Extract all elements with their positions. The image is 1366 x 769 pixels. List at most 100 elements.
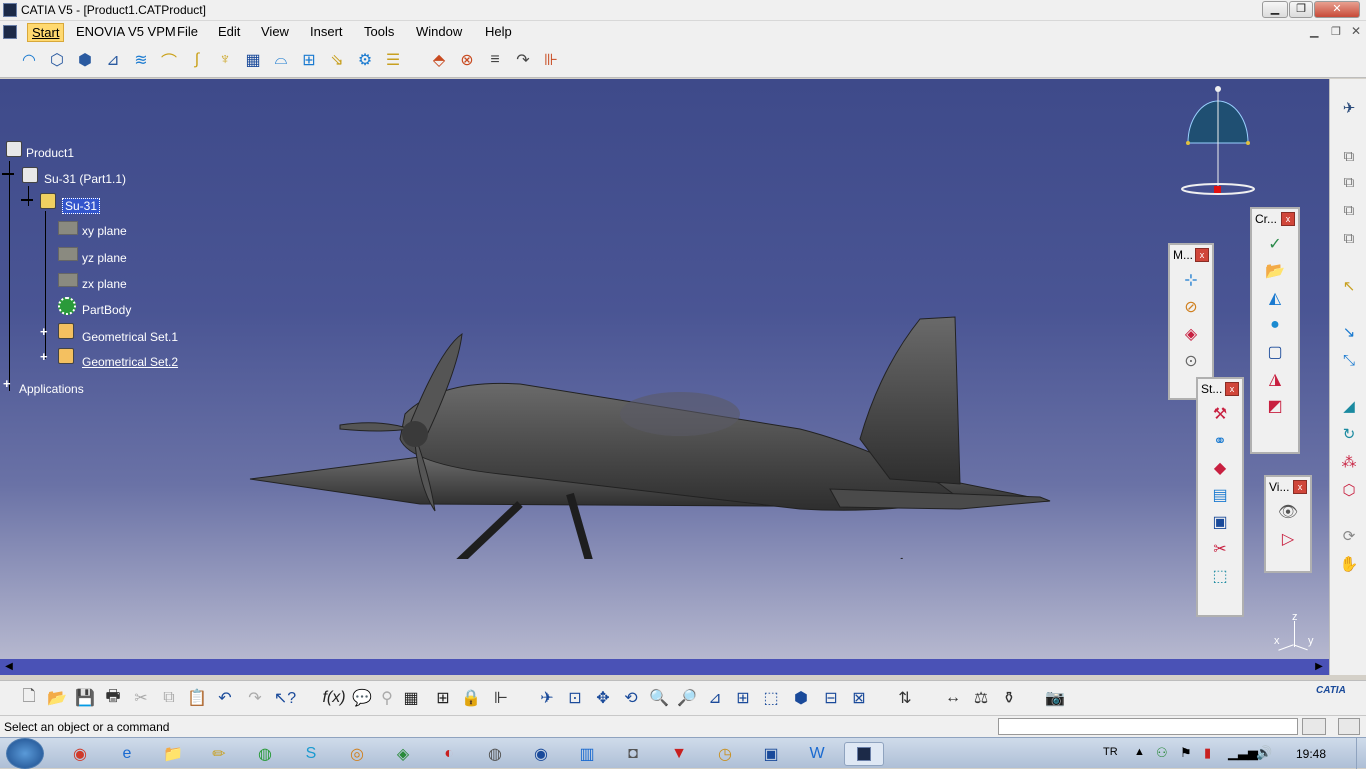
extrude-surface-icon[interactable]: ◠ (17, 48, 41, 72)
redo-icon[interactable]: ↷ (243, 686, 267, 710)
menu-insert[interactable]: Insert (310, 24, 343, 39)
box-icon[interactable]: ⬡ (45, 48, 69, 72)
expand-icon[interactable]: + (3, 376, 11, 391)
clock[interactable]: 19:48 (1296, 747, 1326, 761)
tree-geometrical-set-2[interactable]: Geometrical Set.2 (82, 355, 178, 369)
tree-zx-plane[interactable]: zx plane (82, 277, 127, 291)
folder-icon[interactable]: 📂 (1263, 259, 1287, 283)
tools-icon[interactable]: ⚒ (1208, 402, 1232, 426)
3d-viewport[interactable]: Product1 Su-31 (Part1.1) Su-31 xy plane … (0, 79, 1329, 659)
tree-select-icon[interactable]: ↘ (1338, 321, 1360, 343)
select-icon[interactable]: ↖ (1338, 275, 1360, 297)
sphere-icon[interactable]: ● (1263, 313, 1287, 337)
tree-su31-instance[interactable]: Su-31 (Part1.1) (44, 172, 126, 186)
multi-view-icon[interactable]: ⊞ (731, 686, 755, 710)
volume-icon[interactable]: 🔊 (1256, 745, 1272, 761)
aircraft-model[interactable] (240, 239, 1060, 559)
sketch-icon[interactable]: ⊿ (101, 48, 125, 72)
cube-icon[interactable]: ◆ (1208, 456, 1232, 480)
floating-toolbar-vi[interactable]: Vi... x 👁 ▷ (1264, 475, 1312, 573)
union-icon[interactable]: ⚭ (1208, 429, 1232, 453)
close-icon[interactable]: x (1293, 480, 1307, 494)
patch-icon[interactable]: ◩ (1263, 394, 1287, 418)
multi-box-icon[interactable]: ⬢ (73, 48, 97, 72)
floating-toolbar-cr[interactable]: Cr... x ✓ 📂 ◭ ● ▢ ◮ ◩ (1250, 207, 1300, 454)
app-icon[interactable]: ◉ (528, 742, 554, 766)
open-icon[interactable]: 📂 (45, 686, 69, 710)
offset-icon[interactable]: ⇘ (325, 48, 349, 72)
camera-app-icon[interactable]: ◘ (620, 742, 646, 766)
pattern-icon[interactable]: ⁂ (1338, 451, 1360, 473)
iso-view-icon[interactable]: ⬚ (759, 686, 783, 710)
stack-icon[interactable]: ⧉ (1338, 227, 1360, 249)
formula-icon[interactable]: f(x) (322, 686, 346, 710)
measure-icon[interactable]: ↔ (941, 686, 965, 710)
connect-icon[interactable]: ↷ (511, 48, 535, 72)
xyz-icon[interactable]: ⤡ (1338, 349, 1360, 371)
scroll-left-icon[interactable]: ◀ (3, 661, 15, 673)
part-icon[interactable] (40, 193, 56, 209)
copy-geom-icon[interactable]: ⧉ (1338, 145, 1360, 167)
print-icon[interactable]: 🖶 (101, 686, 125, 710)
lock-icon[interactable]: 🔒 (459, 686, 483, 710)
grid-icon[interactable]: ▦ (241, 48, 265, 72)
minimize-button[interactable]: ▁ (1262, 1, 1288, 18)
gear-icon[interactable] (58, 297, 76, 315)
shading-icon[interactable]: ⬢ (789, 686, 813, 710)
normal-view-icon[interactable]: ⊿ (703, 686, 727, 710)
network-app-icon[interactable]: ▣ (758, 742, 784, 766)
menu-help[interactable]: Help (485, 24, 512, 39)
layers-icon[interactable]: ☰ (381, 48, 405, 72)
curve-surface-icon[interactable]: ⊘ (1179, 295, 1203, 319)
skype-icon[interactable]: S (298, 742, 324, 766)
geometrical-set-icon[interactable] (58, 323, 74, 339)
cut-icon[interactable]: ✂ (129, 686, 153, 710)
undo-icon[interactable]: ↶ (213, 686, 237, 710)
firefox-icon[interactable]: ◎ (344, 742, 370, 766)
doc-close-icon[interactable]: ✕ (1351, 24, 1361, 38)
media-icon[interactable]: ◐ (436, 742, 462, 766)
document-icon[interactable] (3, 25, 17, 39)
clock-app-icon[interactable]: ◷ (712, 742, 738, 766)
help-window-icon[interactable] (1338, 718, 1360, 735)
chrome-icon[interactable]: ◉ (67, 742, 93, 766)
explorer-icon[interactable]: 📁 (160, 742, 186, 766)
frame-icon[interactable]: ▣ (1208, 510, 1232, 534)
doc-restore-icon[interactable]: ❐ (1331, 25, 1341, 38)
part-instance-icon[interactable] (22, 167, 38, 183)
plane-icon[interactable]: ⬘ (427, 48, 451, 72)
close-button[interactable]: ✕ (1314, 1, 1360, 18)
menu-enovia[interactable]: ENOVIA V5 VPM (76, 24, 176, 39)
surface-icon[interactable]: ◭ (1263, 286, 1287, 310)
network-icon[interactable]: ⚇ (1156, 745, 1168, 761)
paste-icon[interactable]: 📋 (185, 686, 209, 710)
zoom-out-icon[interactable]: 🔎 (675, 686, 699, 710)
update-icon[interactable]: ⇅ (893, 686, 917, 710)
player-icon[interactable]: ◍ (482, 742, 508, 766)
camera-icon[interactable]: 📷 (1043, 686, 1067, 710)
help-icon[interactable]: ↖? (273, 686, 297, 710)
toolbar-header[interactable]: St... x (1198, 379, 1242, 399)
wire-icon[interactable]: ≋ (129, 48, 153, 72)
globe-icon[interactable]: ◈ (390, 742, 416, 766)
word-icon[interactable]: W (804, 742, 830, 766)
geometrical-set-icon[interactable] (58, 348, 74, 364)
pan-icon[interactable]: ✥ (591, 686, 615, 710)
signal-icon[interactable]: ▁▃▅ (1228, 745, 1258, 761)
apply-material-icon[interactable]: ⚱ (997, 686, 1021, 710)
command-input[interactable] (998, 718, 1298, 735)
plane-icon[interactable] (58, 221, 78, 235)
product-icon[interactable] (6, 141, 22, 157)
check-icon[interactable]: ✓ (1263, 232, 1287, 256)
tray-expand-icon[interactable]: ▲ (1134, 746, 1145, 758)
view-icon[interactable]: ▷ (1276, 527, 1300, 551)
slice-icon[interactable]: ▤ (1208, 483, 1232, 507)
menu-start[interactable]: Start (27, 23, 65, 42)
layers-icon[interactable]: ⧉ (1338, 199, 1360, 221)
close-icon[interactable]: x (1195, 248, 1209, 262)
comb-icon[interactable]: ⊪ (539, 48, 563, 72)
sweep-surface-icon[interactable]: ◢ (1338, 395, 1360, 417)
table-icon[interactable]: ▦ (399, 686, 423, 710)
eye-icon[interactable]: 👁 (1276, 500, 1300, 524)
tree-applications[interactable]: Applications (19, 382, 84, 396)
